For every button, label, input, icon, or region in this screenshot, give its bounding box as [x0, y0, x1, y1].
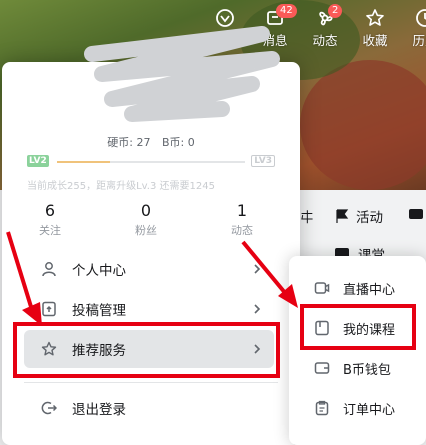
- stats-row: 6 关注 0 粉丝 1 动态: [2, 201, 300, 238]
- bg-nav-partial: 㐄: [300, 210, 314, 226]
- menu-item-logout[interactable]: 退出登录: [24, 389, 274, 427]
- menu-item-profile[interactable]: 个人中心: [24, 250, 274, 288]
- banner-decoration: [300, 60, 426, 190]
- redacted-username: [84, 26, 280, 122]
- highlight-box-my-courses: [300, 304, 416, 350]
- dynamic-badge: 2: [328, 4, 343, 18]
- nav-history[interactable]: 历史: [400, 4, 426, 52]
- level-bar: [57, 161, 245, 163]
- menu-label: 退出登录: [72, 402, 126, 418]
- nav-label: 收藏: [362, 33, 388, 48]
- stat-caption: 关注: [39, 224, 61, 237]
- activity-label: 活动: [356, 210, 383, 226]
- stat-caption: 粉丝: [135, 224, 157, 237]
- recommend-submenu: 直播中心 我的课程 B币钱包 订单中心: [289, 256, 426, 445]
- coins-row: 硬币: 27 B币: 0: [2, 134, 300, 150]
- divider: [24, 382, 278, 383]
- bg-nav-more: [408, 206, 424, 222]
- nav-label: 动态: [312, 33, 338, 48]
- level-bar-fill: [57, 161, 110, 163]
- clock-icon: [416, 9, 426, 27]
- submenu-live-center[interactable]: 直播中心: [301, 270, 421, 306]
- level-text: 当前成长255，距离升级Lv.3 还需要1245: [27, 181, 215, 192]
- flag-icon: [336, 209, 349, 223]
- chevron-right-icon: [254, 304, 261, 314]
- logout-icon: [40, 399, 58, 417]
- stat-number: 6: [44, 201, 56, 220]
- stat-number: 1: [236, 201, 248, 220]
- bcoins-label: B币: 0: [161, 136, 195, 149]
- nav-dynamic[interactable]: 2 动态: [300, 4, 350, 52]
- chevron-right-icon: [254, 264, 261, 274]
- submenu-label: 直播中心: [343, 282, 396, 298]
- highlight-box-recommend: [13, 322, 280, 378]
- stat-followers[interactable]: 0 粉丝: [98, 201, 194, 238]
- nav-label: 历史: [412, 33, 426, 48]
- wallet-icon: [313, 359, 331, 377]
- level-current-badge: LV2: [27, 155, 49, 167]
- menu-label: 投稿管理: [72, 303, 126, 319]
- upload-icon: [40, 300, 58, 318]
- star-icon: [366, 9, 384, 26]
- submenu-order-center[interactable]: 订单中心: [301, 390, 421, 426]
- user-icon: [40, 260, 58, 278]
- menu-label: 个人中心: [72, 263, 126, 279]
- nav-favorites[interactable]: 收藏: [350, 4, 400, 52]
- live-icon: [313, 279, 331, 297]
- stat-dynamic[interactable]: 1 动态: [194, 201, 290, 238]
- stat-number: 0: [140, 201, 152, 220]
- coins-label: 硬币: 27: [107, 136, 151, 149]
- stat-caption: 动态: [231, 224, 253, 237]
- user-dropdown: 硬币: 27 B币: 0 LV2 LV3 当前成长255，距离升级Lv.3 还需…: [2, 26, 300, 445]
- level-progress: LV2 LV3: [27, 155, 275, 169]
- submenu-label: B币钱包: [343, 362, 391, 378]
- submenu-label: 订单中心: [343, 402, 396, 418]
- level-next-badge: LV3: [251, 155, 275, 167]
- stat-following[interactable]: 6 关注: [2, 201, 98, 238]
- bg-nav-activity[interactable]: 活动: [334, 206, 383, 226]
- chat-icon: [409, 209, 423, 219]
- submenu-bcoin-wallet[interactable]: B币钱包: [301, 350, 421, 386]
- order-icon: [313, 399, 331, 417]
